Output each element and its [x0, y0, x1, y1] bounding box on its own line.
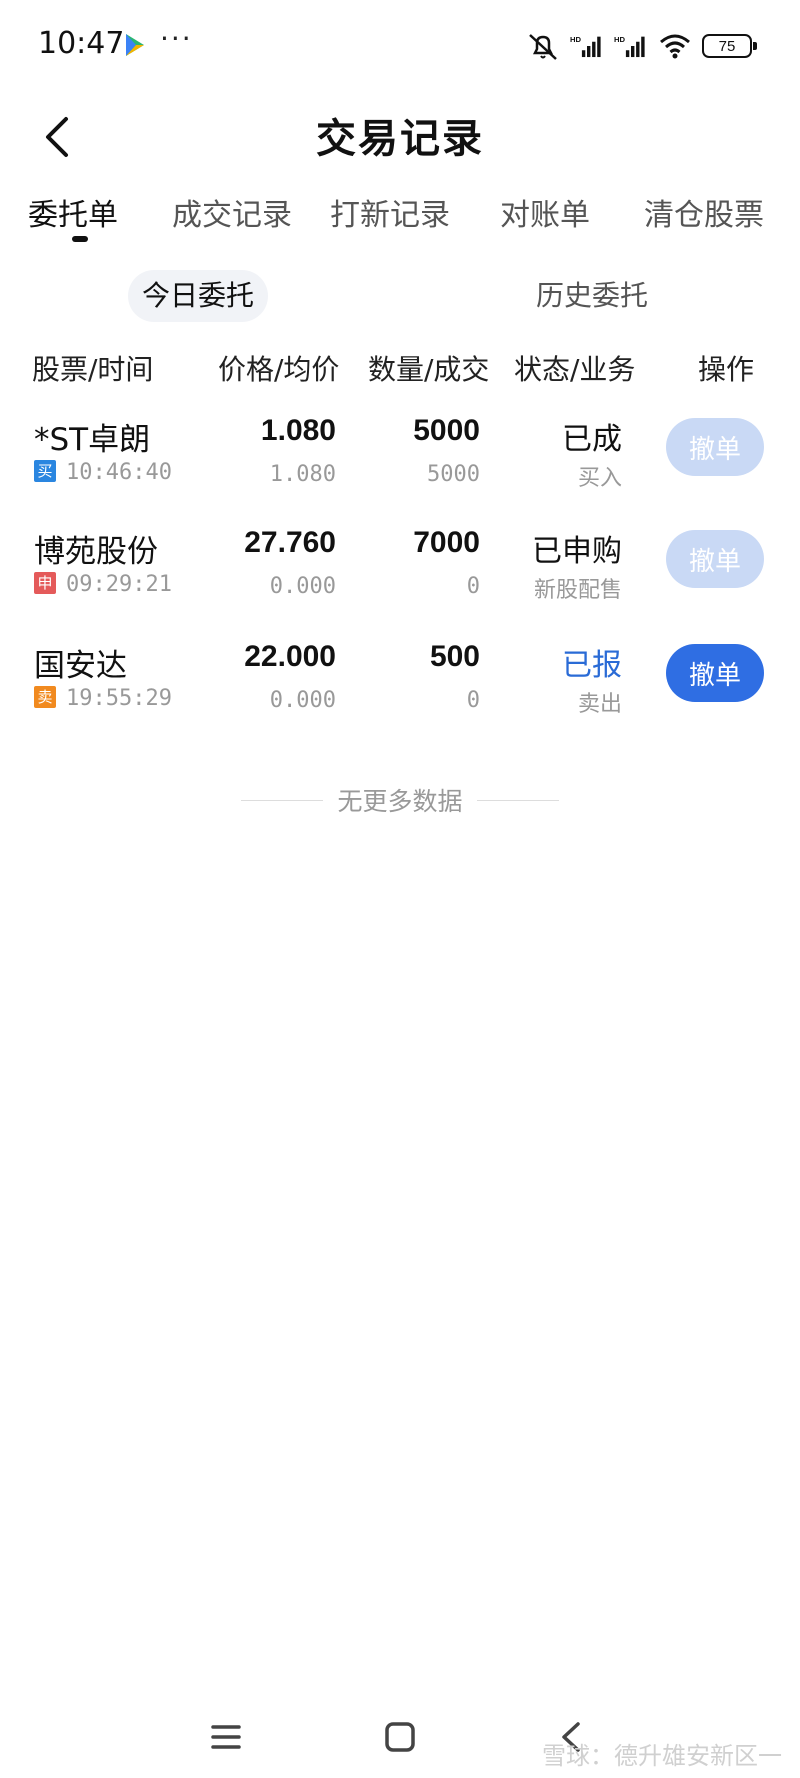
- svg-text:HD: HD: [570, 35, 582, 44]
- stock-name: *ST卓朗: [34, 422, 151, 458]
- no-more-data: 无更多数据: [0, 780, 800, 820]
- header-stock-time: 股票/时间: [32, 353, 154, 386]
- tab-active-indicator: [72, 236, 88, 242]
- header: 交易记录: [0, 92, 800, 188]
- record-tabs: 委托单 成交记录 打新记录 对账单 清仓股票: [0, 190, 800, 250]
- order-type-badge: 申: [34, 572, 56, 594]
- order-type-badge: 卖: [34, 686, 56, 708]
- table-row[interactable]: 国安达 卖 19:55:29 22.000 0.000 500 0 已报 卖出 …: [0, 640, 800, 752]
- order-status: 已报: [562, 648, 622, 683]
- tab-cleared-stocks[interactable]: 清仓股票: [644, 190, 764, 234]
- page-title: 交易记录: [316, 116, 484, 162]
- home-square-icon: [385, 1722, 415, 1752]
- subtab-today-orders[interactable]: 今日委托: [128, 270, 269, 322]
- menu-icon: [211, 1725, 241, 1749]
- order-quantity: 5000: [413, 414, 480, 447]
- divider-left: [241, 799, 324, 801]
- order-business: 卖出: [577, 692, 622, 717]
- tab-statement[interactable]: 对账单: [500, 190, 590, 234]
- tab-deals[interactable]: 成交记录: [172, 190, 292, 234]
- stock-name: 博苑股份: [34, 534, 158, 570]
- no-more-data-text: 无更多数据: [337, 787, 463, 816]
- header-price: 价格/均价: [218, 353, 340, 386]
- header-status: 状态/业务: [514, 353, 636, 386]
- order-price: 27.760: [244, 526, 336, 559]
- order-status: 已申购: [532, 534, 622, 569]
- signal-hd-1-icon: HD: [570, 35, 601, 58]
- avg-price: 0.000: [269, 688, 336, 713]
- order-quantity: 500: [429, 640, 480, 673]
- filled-quantity: 0: [466, 574, 480, 599]
- tab-ipo-records[interactable]: 打新记录: [330, 190, 450, 234]
- menu-button[interactable]: [201, 1712, 251, 1762]
- order-price: 1.080: [260, 414, 336, 447]
- table-header: 股票/时间 价格/均价 数量/成交 状态/业务 操作: [0, 348, 800, 392]
- cancel-order-button[interactable]: 撤单: [666, 530, 764, 588]
- stock-name: 国安达: [34, 648, 127, 684]
- order-business: 新股配售: [533, 578, 622, 603]
- table-row[interactable]: *ST卓朗 买 10:46:40 1.080 1.080 5000 5000 已…: [0, 414, 800, 526]
- order-price: 22.000: [244, 640, 336, 673]
- watermark: 雪球：德升雄安新区一: [542, 1742, 782, 1770]
- cancel-order-button[interactable]: 撤单: [666, 418, 764, 476]
- header-quantity: 数量/成交: [368, 353, 490, 386]
- home-button[interactable]: [375, 1712, 425, 1762]
- wifi-icon: [660, 34, 690, 59]
- mute-bell-icon: [529, 34, 557, 60]
- header-action: 操作: [698, 353, 755, 386]
- subtab-history-orders[interactable]: 历史委托: [536, 270, 648, 322]
- order-time: 09:29:21: [66, 572, 172, 597]
- tab-orders[interactable]: 委托单: [28, 190, 118, 234]
- order-status: 已成: [562, 422, 622, 457]
- play-store-icon: [126, 34, 144, 56]
- filled-quantity: 0: [466, 688, 480, 713]
- order-quantity: 7000: [413, 526, 480, 559]
- status-bar: 10:47 ··· HD HD 75: [0, 0, 800, 92]
- table-row[interactable]: 博苑股份 申 09:29:21 27.760 0.000 7000 0 已申购 …: [0, 526, 800, 638]
- avg-price: 0.000: [269, 574, 336, 599]
- order-time: 19:55:29: [66, 686, 172, 711]
- cancel-order-button[interactable]: 撤单: [666, 644, 764, 702]
- divider-right: [476, 799, 559, 801]
- svg-text:HD: HD: [614, 35, 626, 44]
- signal-hd-2-icon: HD: [614, 35, 645, 58]
- avg-price: 1.080: [269, 462, 336, 487]
- filled-quantity: 5000: [427, 462, 480, 487]
- order-time: 10:46:40: [66, 460, 172, 485]
- order-type-badge: 买: [34, 460, 56, 482]
- more-notifications-icon: ···: [160, 22, 193, 55]
- order-subtabs: 今日委托 历史委托: [0, 270, 800, 324]
- order-business: 买入: [577, 466, 622, 491]
- status-time: 10:47: [38, 26, 125, 61]
- battery-icon: 75: [702, 34, 757, 58]
